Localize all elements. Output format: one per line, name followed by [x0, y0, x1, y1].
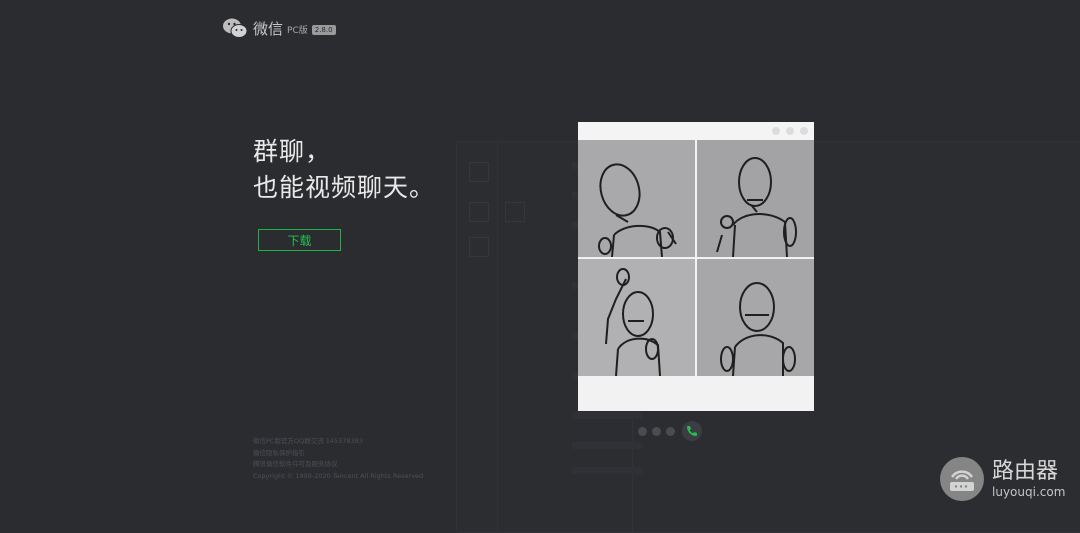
- call-controls: [638, 421, 702, 441]
- footer-license-link[interactable]: 腾讯微信软件许可及服务协议: [253, 459, 423, 471]
- participant-video-tile: [697, 140, 814, 257]
- maximize-icon[interactable]: [786, 127, 794, 135]
- video-participant-grid: [578, 140, 814, 377]
- watermark-url: luyouqi.com: [992, 485, 1066, 499]
- participant-video-tile: [578, 259, 695, 376]
- hero-headline: 群聊， 也能视频聊天。: [253, 134, 435, 206]
- footer-qq-group-link[interactable]: 微信PC版官方QQ群交流 145378383: [253, 436, 423, 448]
- mockup-line: [572, 442, 642, 449]
- call-button[interactable]: [682, 421, 702, 441]
- carousel-dot[interactable]: [638, 426, 647, 436]
- app-header: 微信 PC版 2.8.0: [222, 17, 336, 39]
- mockup-sidebar: [457, 142, 498, 532]
- site-watermark: 路由器 luyouqi.com: [940, 457, 1065, 501]
- mockup-line: [572, 412, 642, 419]
- phone-icon: [687, 426, 697, 436]
- headline-line-2: 也能视频聊天。: [253, 173, 436, 202]
- mockup-nav-item: [469, 202, 489, 222]
- watermark-title: 路由器: [992, 459, 1059, 484]
- mockup-nav-item: [469, 237, 489, 257]
- mannequin-figure-icon: [598, 163, 677, 257]
- footer-info: 微信PC版官方QQ群交流 145378383 微信隐私保护指引 腾讯微信软件许可…: [253, 436, 423, 482]
- pc-label: PC版: [287, 26, 308, 36]
- brand-name: 微信: [253, 19, 284, 38]
- minimize-icon[interactable]: [772, 127, 780, 135]
- mannequin-figure-icon: [605, 268, 661, 376]
- download-button[interactable]: 下载: [258, 229, 341, 251]
- participant-video-tile: [578, 140, 695, 257]
- mannequin-figure-icon: [716, 157, 797, 257]
- video-call-window: [578, 122, 814, 411]
- mockup-avatar: [469, 162, 489, 182]
- footer-privacy-link[interactable]: 微信隐私保护指引: [253, 448, 423, 460]
- video-window-titlebar: [578, 122, 814, 140]
- mockup-line: [572, 467, 642, 474]
- mockup-list-avatar: [505, 202, 525, 222]
- version-badge: 2.8.0: [311, 24, 336, 35]
- router-icon: [940, 457, 984, 501]
- wechat-logo-icon: [223, 18, 248, 38]
- footer-copyright: Copyright © 1998-2020 Tencent All Rights…: [253, 471, 424, 480]
- mannequin-figure-icon: [720, 282, 796, 376]
- close-icon[interactable]: [800, 127, 808, 135]
- headline-line-1: 群聊，: [253, 137, 332, 166]
- participant-video-tile: [697, 259, 814, 376]
- carousel-dot[interactable]: [666, 426, 675, 436]
- carousel-dot[interactable]: [652, 426, 661, 436]
